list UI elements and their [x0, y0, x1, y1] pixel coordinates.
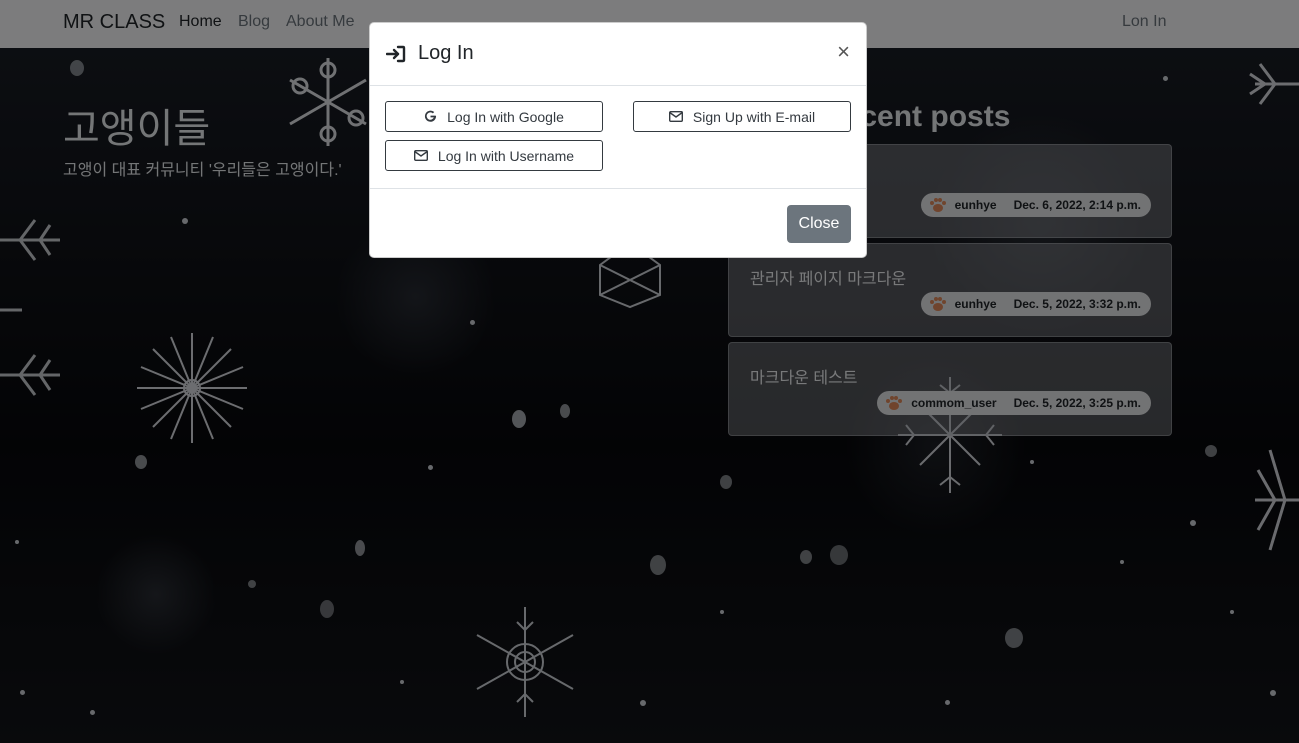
signup-email-label: Sign Up with E-mail [692, 108, 816, 125]
login-modal: Log In × Log In with Google Sign Up with… [369, 22, 867, 258]
sign-in-icon [386, 45, 406, 62]
close-button[interactable]: Close [787, 205, 851, 243]
signup-email-button[interactable]: Sign Up with E-mail [633, 101, 851, 132]
google-login-button[interactable]: Log In with Google [385, 101, 603, 132]
envelope-icon [413, 150, 428, 161]
google-icon [425, 110, 437, 122]
modal-footer: Close [370, 188, 866, 258]
username-login-button[interactable]: Log In with Username [385, 140, 603, 171]
envelope-icon [668, 111, 683, 122]
username-login-label: Log In with Username [437, 147, 575, 164]
modal-title-text: Log In [418, 42, 474, 64]
close-icon[interactable]: × [837, 41, 850, 63]
modal-title: Log In [386, 42, 474, 65]
modal-header: Log In × [370, 23, 866, 86]
google-login-label: Log In with Google [447, 108, 564, 125]
